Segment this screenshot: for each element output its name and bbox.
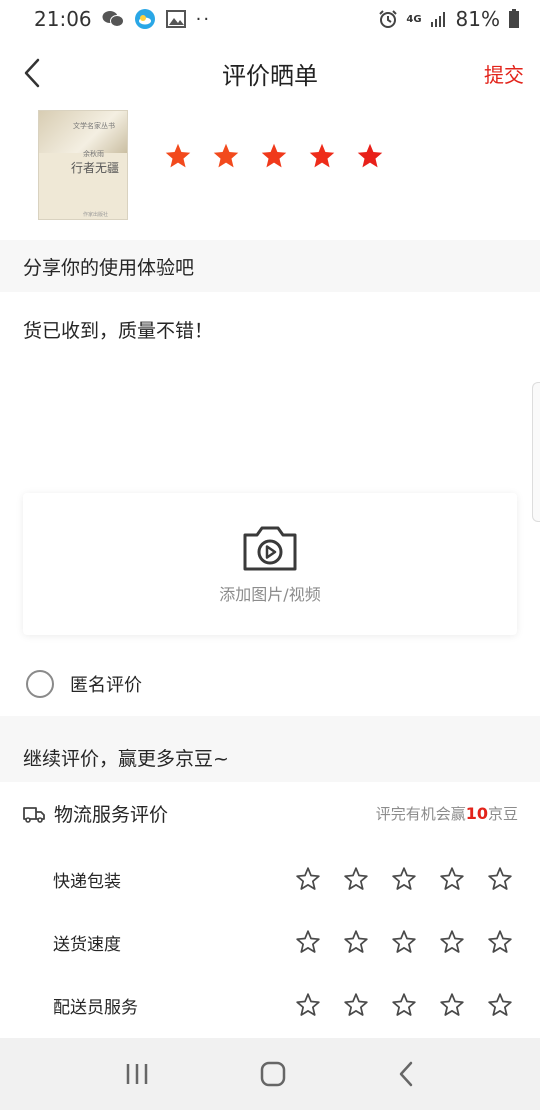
overall-rating	[164, 142, 384, 170]
camera-video-icon	[243, 526, 297, 571]
star-filled-icon[interactable]	[212, 142, 240, 170]
star-outline-icon[interactable]	[343, 929, 369, 955]
more-notifications-icon: ··	[195, 8, 212, 30]
star-outline-icon[interactable]	[439, 992, 465, 1018]
star-outline-icon[interactable]	[439, 866, 465, 892]
star-outline-icon[interactable]	[487, 866, 513, 892]
anonymous-label: 匿名评价	[70, 675, 142, 696]
page-title: 评价晒单	[222, 61, 318, 90]
star-filled-icon[interactable]	[260, 142, 288, 170]
star-outline-icon[interactable]	[487, 929, 513, 955]
battery-percent: 81%	[455, 7, 500, 31]
logistics-row-label: 送货速度	[53, 934, 121, 955]
home-icon[interactable]	[259, 1060, 287, 1088]
network-type: 4G	[406, 13, 422, 25]
star-outline-icon[interactable]	[295, 929, 321, 955]
packaging-rating	[295, 866, 513, 892]
logistics-header: 物流服务评价 评完有机会赢10京豆	[22, 800, 518, 827]
star-filled-icon[interactable]	[356, 142, 384, 170]
review-prompt-text: 分享你的使用体验吧	[23, 256, 195, 279]
cover-book-title: 行者无疆	[71, 161, 120, 175]
anonymous-toggle[interactable]: 匿名评价	[26, 670, 142, 698]
cover-publisher: 作家出版社	[83, 212, 109, 218]
wechat-icon	[102, 10, 124, 28]
courier-rating	[295, 992, 513, 1018]
star-outline-icon[interactable]	[295, 866, 321, 892]
product-section: 文学名家丛书 余秋雨 行者无疆 作家出版社	[0, 106, 540, 238]
logistics-reward-hint: 评完有机会赢10京豆	[375, 804, 518, 823]
logistics-row-label: 快递包装	[53, 871, 121, 892]
star-outline-icon[interactable]	[343, 866, 369, 892]
recent-apps-icon[interactable]	[124, 1062, 150, 1086]
star-outline-icon[interactable]	[295, 992, 321, 1018]
star-filled-icon[interactable]	[164, 142, 192, 170]
delivery-truck-icon	[23, 806, 45, 823]
signal-icon	[430, 11, 448, 27]
review-textarea[interactable]: 货已收到，质量不错！	[23, 316, 213, 343]
speed-rating	[295, 929, 513, 955]
system-nav-bar	[0, 1038, 540, 1110]
continue-review-banner: 继续评价，赢更多京豆~	[0, 716, 540, 782]
star-outline-icon[interactable]	[391, 929, 417, 955]
star-outline-icon[interactable]	[391, 866, 417, 892]
logistics-title: 物流服务评价	[54, 804, 169, 826]
cover-author: 余秋雨	[83, 150, 104, 158]
star-filled-icon[interactable]	[308, 142, 336, 170]
status-time: 21:06	[34, 7, 92, 31]
weather-icon	[134, 8, 156, 30]
add-media-button[interactable]: 添加图片/视频	[23, 493, 517, 635]
cover-series-text: 文学名家丛书	[73, 122, 115, 130]
edge-panel-handle[interactable]	[532, 382, 540, 522]
system-back-icon[interactable]	[396, 1060, 416, 1088]
star-outline-icon[interactable]	[343, 992, 369, 1018]
cover-title-text: 余秋雨 行者无疆	[71, 149, 119, 176]
logistics-row-speed: 送货速度	[53, 929, 513, 955]
battery-icon	[508, 9, 520, 29]
add-media-label: 添加图片/视频	[219, 585, 321, 604]
status-bar: 21:06 ·· 4G 81%	[0, 0, 540, 38]
star-outline-icon[interactable]	[391, 992, 417, 1018]
product-image[interactable]: 文学名家丛书 余秋雨 行者无疆 作家出版社	[38, 110, 128, 220]
star-outline-icon[interactable]	[487, 992, 513, 1018]
continue-review-text: 继续评价，赢更多京豆~	[23, 747, 229, 770]
alarm-icon	[378, 9, 398, 29]
logistics-row-packaging: 快递包装	[53, 866, 513, 892]
star-outline-icon[interactable]	[439, 929, 465, 955]
review-prompt: 分享你的使用体验吧	[0, 240, 540, 292]
logistics-row-label: 配送员服务	[53, 997, 138, 1018]
header-bar: 评价晒单 提交	[0, 40, 540, 106]
anonymous-radio[interactable]	[26, 670, 54, 698]
gallery-icon	[165, 10, 186, 28]
logistics-row-courier: 配送员服务	[53, 992, 513, 1018]
submit-button[interactable]: 提交	[484, 59, 524, 88]
